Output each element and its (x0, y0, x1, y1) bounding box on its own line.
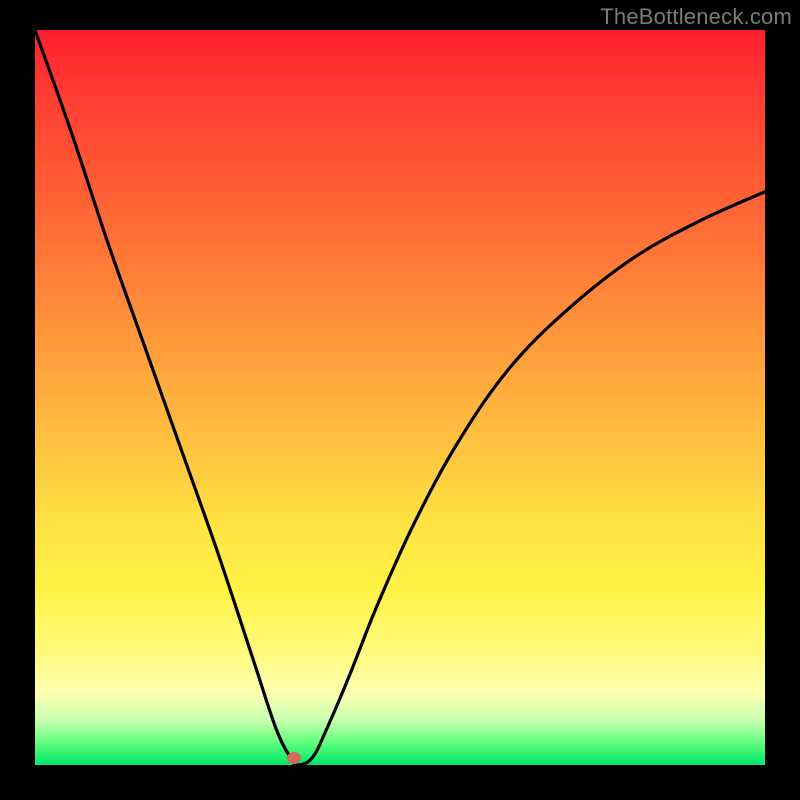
bottleneck-curve (35, 30, 765, 765)
plot-area (35, 30, 765, 765)
minimum-marker (287, 752, 301, 764)
watermark-text: TheBottleneck.com (600, 4, 792, 30)
chart-frame: TheBottleneck.com (0, 0, 800, 800)
